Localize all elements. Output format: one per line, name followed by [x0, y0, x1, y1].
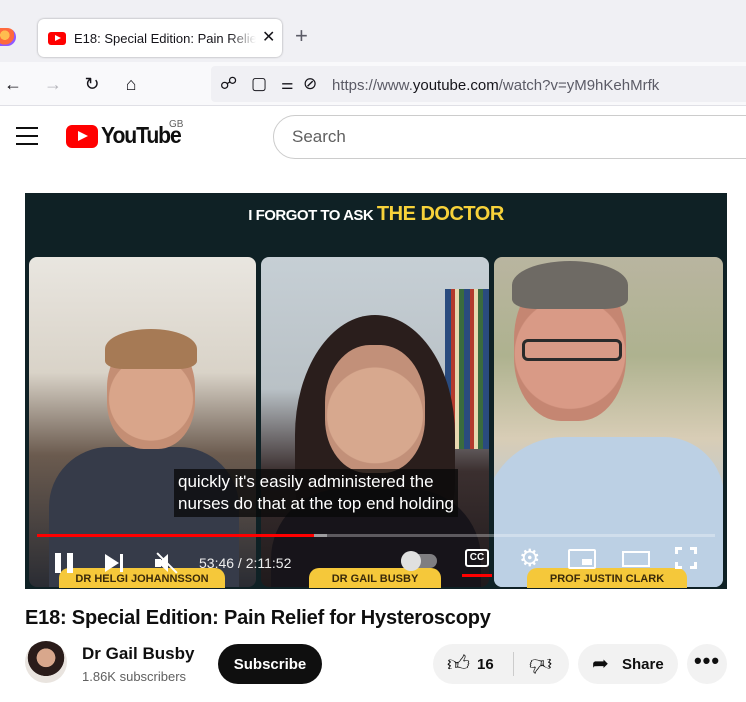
- progress-bar[interactable]: [37, 534, 715, 537]
- url-bar[interactable]: ☍ ▢ ⚌ ⊘ https://www.youtube.com/watch?v=…: [211, 66, 746, 102]
- new-tab-button[interactable]: +: [295, 25, 308, 47]
- reload-icon[interactable]: ↻: [81, 73, 103, 95]
- browser-navbar: ← → ↻ ⌂ ☍ ▢ ⚌ ⊘ https://www.youtube.com/…: [0, 62, 746, 106]
- youtube-logo-icon[interactable]: [66, 125, 98, 148]
- participant-panel-1: [29, 257, 256, 587]
- cc-icon[interactable]: CC: [465, 549, 489, 567]
- forward-icon[interactable]: →: [42, 73, 64, 95]
- cc-active-indicator: [462, 574, 492, 577]
- fullscreen-icon[interactable]: [675, 547, 697, 569]
- back-icon[interactable]: ←: [2, 73, 24, 95]
- thumbs-up-icon[interactable]: 👍︎: [447, 652, 470, 676]
- share-label: Share: [622, 656, 664, 673]
- channel-name[interactable]: Dr Gail Busby: [82, 644, 194, 664]
- share-icon: ➦: [592, 653, 609, 675]
- tab-close-icon[interactable]: ✕: [262, 30, 275, 46]
- mute-icon[interactable]: [155, 551, 181, 577]
- video-title: E18: Special Edition: Pain Relief for Hy…: [25, 607, 491, 629]
- caption-line: nurses do that at the top end holding: [178, 494, 454, 513]
- tab-title: E18: Special Edition: Pain Relief for Hy…: [74, 30, 256, 46]
- subscribe-button[interactable]: Subscribe: [218, 644, 322, 684]
- menu-icon[interactable]: [16, 127, 38, 145]
- video-player[interactable]: I FORGOT TO ASK THE DOCTOR DR HELGI JOHA…: [25, 193, 727, 589]
- theater-mode-icon[interactable]: [622, 551, 650, 567]
- like-dislike-group: 👍︎ 16 👍︎: [433, 644, 569, 684]
- shield-icon[interactable]: ☍: [220, 73, 237, 95]
- autoplay-toggle[interactable]: [401, 551, 437, 571]
- share-button[interactable]: ➦ Share: [578, 644, 678, 684]
- miniplayer-icon[interactable]: [568, 549, 596, 569]
- firefox-icon[interactable]: [0, 28, 16, 46]
- pause-icon[interactable]: [55, 551, 73, 577]
- banner-text: I FORGOT TO ASK: [248, 207, 377, 224]
- browser-tab[interactable]: E18: Special Edition: Pain Relief for Hy…: [38, 19, 282, 57]
- channel-avatar[interactable]: [25, 641, 67, 683]
- thumbs-down-icon[interactable]: 👍︎: [529, 652, 552, 677]
- subscriber-count: 1.86K subscribers: [82, 669, 187, 684]
- lock-icon[interactable]: ▢: [251, 73, 267, 95]
- browser-tabstrip: E18: Special Edition: Pain Relief for Hy…: [0, 0, 746, 62]
- banner-highlight: THE DOCTOR: [376, 203, 504, 225]
- gear-icon[interactable]: ⚙: [519, 547, 541, 573]
- next-icon[interactable]: [105, 551, 125, 577]
- like-count[interactable]: 16: [477, 656, 494, 673]
- region-code: GB: [169, 119, 184, 130]
- captions: quickly it's easily administered the nur…: [174, 469, 458, 517]
- youtube-favicon: [48, 31, 66, 45]
- caption-line: quickly it's easily administered the: [178, 472, 434, 491]
- more-actions-button[interactable]: •••: [687, 644, 727, 684]
- home-icon[interactable]: ⌂: [120, 73, 142, 95]
- url-text[interactable]: https://www.youtube.com/watch?v=yM9hKehM…: [332, 77, 659, 94]
- permissions-icon[interactable]: ⚌: [281, 73, 294, 95]
- search-box[interactable]: [273, 115, 746, 159]
- participant-panel-2: [261, 257, 489, 587]
- progress-buffered: [313, 534, 328, 537]
- progress-played: [37, 534, 314, 537]
- tracking-icon[interactable]: ⊘: [303, 73, 317, 95]
- participant-panel-3: [494, 257, 723, 587]
- search-input[interactable]: [274, 116, 746, 158]
- player-controls: 53:46 / 2:11:52 CC ⚙: [25, 545, 727, 585]
- video-banner: I FORGOT TO ASK THE DOCTOR: [25, 193, 727, 235]
- time-display: 53:46 / 2:11:52: [199, 555, 292, 571]
- divider: [513, 652, 514, 676]
